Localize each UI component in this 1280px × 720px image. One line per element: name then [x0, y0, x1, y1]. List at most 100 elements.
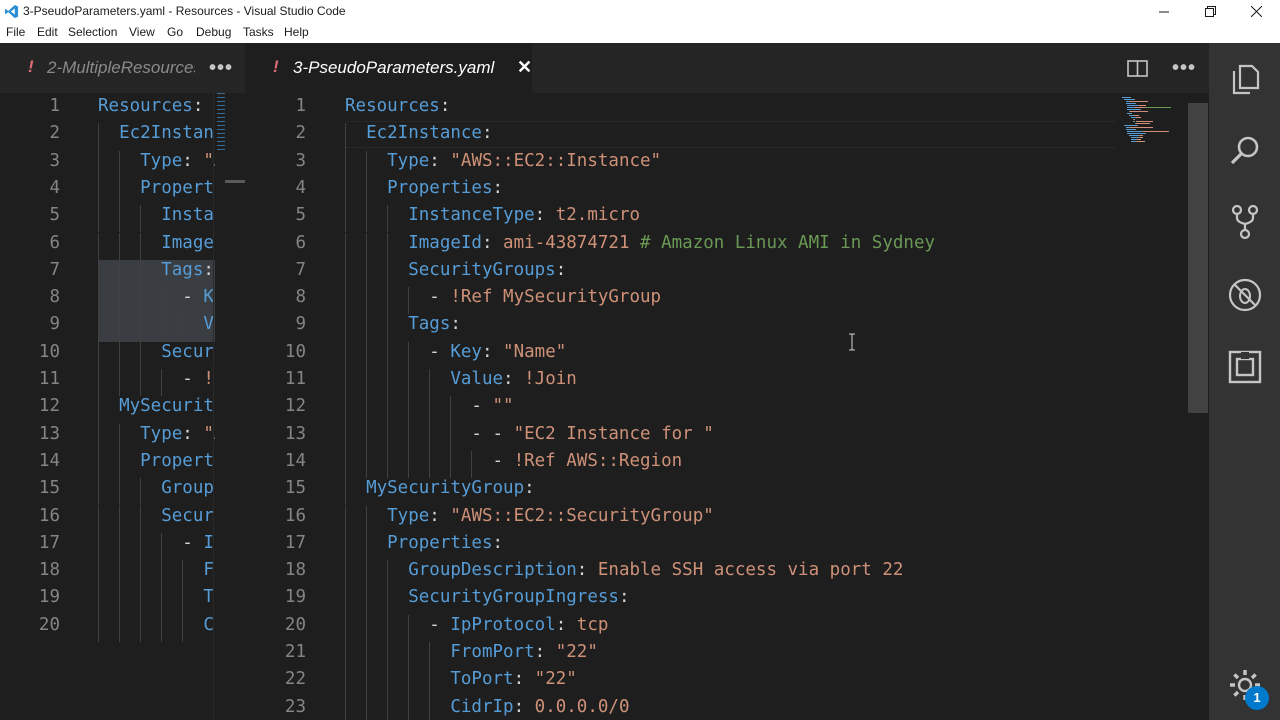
line-number: 21	[284, 642, 306, 662]
extensions-icon[interactable]	[1226, 348, 1264, 386]
minimap-line	[1145, 133, 1147, 134]
code-line: - !Ref	[98, 369, 215, 389]
code-editor-left[interactable]: 1Resources:2 Ec2Instance3 Type: "AWS::EC…	[0, 93, 215, 720]
code-line: Properties	[98, 178, 215, 198]
minimap-line	[1134, 103, 1136, 104]
menu-selection[interactable]: Selection	[68, 25, 117, 39]
code-token: Properties	[345, 177, 493, 198]
minimap-line	[1122, 97, 1131, 98]
text-cursor-icon	[849, 333, 855, 351]
menu-tasks[interactable]: Tasks	[243, 25, 274, 39]
code-token: -	[98, 369, 204, 389]
source-control-icon[interactable]	[1226, 203, 1264, 241]
minimap-right[interactable]	[1118, 93, 1188, 720]
code-token: Value	[345, 369, 504, 389]
code-token: -	[345, 341, 451, 362]
code-line: ToPort: "22"	[345, 669, 577, 690]
minimap-line	[1134, 107, 1146, 108]
code-line: Type: "AWS::EC2::SecurityGroup"	[345, 506, 714, 526]
more-actions-icon[interactable]: •••	[1172, 57, 1196, 80]
code-line: - - "EC2 Instance for "	[345, 424, 713, 444]
code-editor-right[interactable]: 1 Resources: 2 Ec2Instance: 3 Type: "AWS::E…	[246, 93, 1116, 720]
minimap-line	[1131, 137, 1139, 138]
code-token: CidrIp	[203, 614, 215, 635]
code-token: "Name"	[503, 341, 567, 362]
code-line: Value: !Join	[345, 369, 576, 389]
code-line: MySecurityGroup:	[345, 478, 535, 498]
code-token: !Ref MySecurityGroup	[450, 287, 662, 308]
minimap-slider[interactable]	[225, 180, 245, 183]
tab-pseudo-parameters[interactable]: ! 3-PseudoParameters.yaml ✕	[246, 43, 532, 93]
code-token: MySecurityGroup	[119, 396, 215, 417]
code-line: ToPort	[98, 587, 215, 607]
line-number: 15	[38, 478, 60, 499]
code-token: Tags	[345, 314, 451, 335]
debug-icon[interactable]	[1226, 276, 1264, 314]
tab-label: 2-MultipleResources.yaml	[47, 58, 195, 77]
code-token: :	[481, 232, 504, 253]
code-token: :	[481, 123, 493, 144]
code-line: ImageId: ami-43874721 # Amazon Linux AMI…	[345, 233, 935, 253]
code-token: :	[450, 314, 461, 335]
line-number: 16	[284, 505, 306, 526]
minimap-line	[1130, 111, 1149, 112]
menu-help[interactable]: Help	[284, 25, 309, 39]
minimap-preview	[217, 93, 225, 153]
code-line: Type: "AWS::EC2::Instance"	[345, 151, 661, 171]
code-token: ToPort	[203, 587, 215, 608]
line-number: 10	[284, 341, 306, 362]
code-token: ImageId	[161, 232, 215, 253]
code-token: "22"	[534, 669, 577, 690]
code-line: Tags:	[345, 314, 461, 334]
code-token: :	[524, 478, 535, 499]
restore-button[interactable]	[1187, 0, 1233, 23]
vscode-logo-icon	[4, 4, 19, 19]
code-line: FromPort	[98, 560, 215, 580]
code-line: - Key	[98, 287, 215, 307]
code-token: :	[513, 696, 535, 717]
close-tab-icon[interactable]: ✕	[517, 57, 532, 78]
tab-multiple-resources[interactable]: ! 2-MultipleResources.yaml	[0, 43, 200, 93]
line-number: 14	[38, 450, 60, 471]
code-token: # Amazon Linux AMI in Sydney	[640, 232, 936, 253]
menu-edit[interactable]: Edit	[37, 25, 58, 39]
split-editor-icon[interactable]	[1127, 60, 1148, 77]
code-token: :	[492, 532, 504, 553]
code-token: -	[345, 287, 451, 308]
code-line: SecurityGroups	[98, 342, 215, 362]
line-number: 1	[49, 96, 60, 116]
code-token: ImageId	[345, 232, 482, 253]
close-icon	[1250, 6, 1262, 17]
menu-view[interactable]: View	[129, 25, 155, 39]
menu-debug[interactable]: Debug	[196, 25, 231, 39]
code-line: - ""	[345, 396, 513, 416]
minimap-line	[1137, 139, 1141, 140]
minimap-line	[1140, 135, 1143, 136]
minimap-left[interactable]	[215, 93, 245, 720]
code-line: Ec2Instance:	[345, 123, 493, 144]
code-line: InstanceType: t2.micro	[345, 205, 640, 225]
code-token: :	[534, 642, 556, 662]
code-line: Properties	[98, 451, 215, 471]
line-number: 4	[49, 177, 60, 198]
minimap-line	[1137, 125, 1139, 126]
code-token: :	[513, 669, 535, 690]
vertical-scrollbar-thumb[interactable]	[1188, 103, 1208, 413]
menu-go[interactable]: Go	[167, 25, 183, 39]
close-window-button[interactable]	[1233, 0, 1279, 23]
code-token: -	[345, 614, 451, 635]
minimap-line	[1130, 101, 1149, 102]
code-token: :	[503, 369, 525, 389]
line-number: 8	[49, 287, 60, 308]
tab-label: 3-PseudoParameters.yaml	[293, 58, 495, 77]
code-token: SecurityGroups	[161, 341, 215, 362]
minimize-button[interactable]	[1141, 0, 1187, 23]
more-actions-icon[interactable]: •••	[209, 57, 233, 80]
code-token: -	[98, 532, 204, 553]
explorer-icon[interactable]	[1226, 60, 1264, 98]
minimap-line	[1134, 129, 1136, 130]
minimap-line	[1139, 105, 1147, 106]
code-token: Properties	[345, 532, 493, 553]
search-icon[interactable]	[1226, 132, 1264, 170]
menu-file[interactable]: File	[6, 25, 25, 39]
